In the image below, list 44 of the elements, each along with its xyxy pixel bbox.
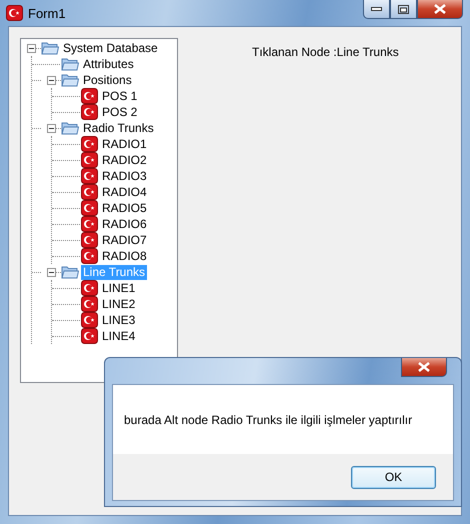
tree-item[interactable]: Positions [81, 72, 134, 88]
folder-icon [61, 121, 79, 135]
folder-icon [61, 265, 79, 279]
tree-item[interactable]: POS 2 [100, 104, 140, 120]
dialog-message: burada Alt node Radio Trunks ile ilgili işlmeler yaptırılır [124, 412, 412, 426]
collapse-toggle[interactable] [26, 44, 36, 52]
close-button[interactable] [417, 0, 463, 19]
close-button[interactable] [401, 358, 447, 377]
tree-item[interactable]: POS 1 [100, 88, 140, 104]
ok-button[interactable]: OK [351, 466, 436, 488]
tree-item[interactable]: LINE4 [100, 328, 138, 344]
tree-item[interactable]: RADIO5 [100, 200, 149, 216]
tree-item[interactable]: RADIO4 [100, 184, 149, 200]
tree-item[interactable]: LINE2 [100, 296, 138, 312]
collapse-toggle[interactable] [46, 76, 56, 84]
tree-item[interactable]: Attributes [81, 56, 136, 72]
tree-item[interactable]: RADIO3 [100, 168, 149, 184]
tree-item[interactable]: RADIO1 [100, 136, 149, 152]
close-icon [418, 362, 430, 372]
minus-icon [48, 78, 54, 82]
tree-item[interactable]: Radio Trunks [81, 120, 156, 136]
tree-item[interactable]: System Database [61, 40, 160, 56]
minimize-icon [371, 7, 382, 11]
maximize-icon [398, 4, 409, 14]
minus-icon [48, 270, 54, 274]
close-icon [434, 4, 446, 14]
maximize-button[interactable] [390, 0, 417, 19]
tree-item[interactable]: RADIO2 [100, 152, 149, 168]
tree-item[interactable]: LINE3 [100, 312, 138, 328]
folder-icon [61, 57, 79, 71]
collapse-toggle[interactable] [46, 268, 56, 276]
window-title: Form1 [28, 6, 66, 20]
tree-item[interactable]: RADIO6 [100, 216, 149, 232]
minimize-button[interactable] [363, 0, 390, 19]
tree-item[interactable]: RADIO8 [100, 248, 149, 264]
folder-icon [61, 73, 79, 87]
folder-icon [41, 41, 59, 55]
clicked-node-label: Tıklanan Node :Line Trunks [252, 45, 399, 59]
tree-item[interactable]: RADIO7 [100, 232, 149, 248]
minus-icon [28, 46, 34, 50]
minus-icon [48, 126, 54, 130]
tree-item[interactable]: LINE1 [100, 280, 138, 296]
collapse-toggle[interactable] [46, 124, 56, 132]
app-icon [6, 5, 23, 21]
